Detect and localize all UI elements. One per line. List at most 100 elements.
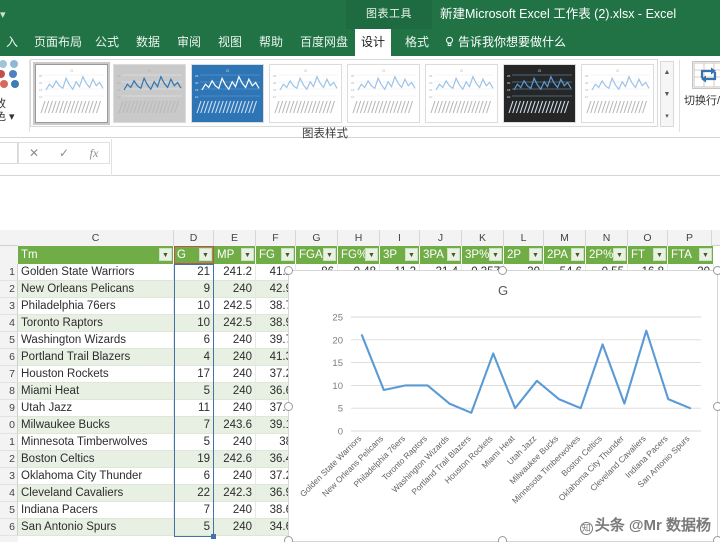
change-colors-group[interactable]: 更改 颜色 ▾ [0,58,28,134]
row-header-16[interactable]: 6 [0,519,18,536]
filter-dropdown-icon[interactable]: ▼ [529,248,542,261]
row-header-8[interactable]: 8 [0,383,18,400]
filter-dropdown-icon[interactable]: ▼ [323,248,336,261]
ribbon-tab-3[interactable]: 数据 [130,29,166,56]
row-header-2[interactable]: 2 [0,281,18,298]
chart-style-thumbnail-4[interactable]: G 25 20 15 10 [269,64,342,123]
table-cell[interactable]: 4 [174,349,214,366]
filter-dropdown-icon[interactable]: ▼ [653,248,666,261]
formula-input[interactable] [112,142,712,164]
row-header-11[interactable]: 1 [0,434,18,451]
table-header-Tm[interactable]: Tm ▼ [18,246,174,264]
table-cell[interactable]: Washington Wizards [18,332,174,349]
row-header-10[interactable]: 0 [0,417,18,434]
column-header-J[interactable]: J [420,230,462,246]
chart-style-thumbnail-5[interactable]: G 25 20 15 10 [347,64,420,123]
name-box[interactable] [0,142,18,164]
table-cell[interactable]: 22 [174,485,214,502]
column-header-I[interactable]: I [380,230,420,246]
table-cell[interactable]: 240 [214,349,256,366]
filter-dropdown-icon[interactable]: ▼ [447,248,460,261]
row-header-7[interactable]: 7 [0,366,18,383]
filter-dropdown-icon[interactable]: ▼ [199,248,212,261]
table-cell[interactable]: Utah Jazz [18,400,174,417]
row-header-4[interactable]: 4 [0,315,18,332]
chart-style-thumbnail-7[interactable]: G 25 20 15 10 [503,64,576,123]
chart-handle-bottom-center[interactable] [498,536,507,542]
ribbon-tab-4[interactable]: 审阅 [171,29,207,56]
table-cell[interactable]: 241.2 [214,264,256,281]
column-header-G[interactable]: G [296,230,338,246]
table-header-FGA[interactable]: FGA ▼ [296,246,338,264]
table-cell[interactable]: 5 [174,434,214,451]
table-cell[interactable]: 242.6 [214,451,256,468]
table-cell[interactable]: 242.5 [214,298,256,315]
filter-dropdown-icon[interactable]: ▼ [613,248,626,261]
table-header-3P[interactable]: 3P ▼ [380,246,420,264]
tell-me-box[interactable]: 告诉我你想要做什么 [444,29,566,56]
chart-handle-top-right[interactable] [713,266,720,275]
column-header-F[interactable]: F [256,230,296,246]
gallery-scroll-down-button[interactable]: ▼ [661,84,673,105]
ribbon-tab-0[interactable]: 入 [0,29,24,56]
table-header-3PA[interactable]: 3PA ▼ [420,246,462,264]
row-header-9[interactable]: 9 [0,400,18,417]
ribbon-tab-1[interactable]: 页面布局 [28,29,88,56]
table-cell[interactable]: 240 [214,332,256,349]
table-cell[interactable]: Golden State Warriors [18,264,174,281]
table-cell[interactable]: 6 [174,468,214,485]
ribbon-tab-2[interactable]: 公式 [89,29,125,56]
table-cell[interactable]: 5 [174,519,214,536]
table-cell[interactable]: 240 [214,366,256,383]
table-cell[interactable]: 242.5 [214,315,256,332]
table-header-FG%[interactable]: FG% ▼ [338,246,380,264]
table-cell[interactable]: Toronto Raptors [18,315,174,332]
table-cell[interactable]: 5 [174,383,214,400]
chart-style-thumbnail-8[interactable]: G 25 20 15 10 [581,64,654,123]
chart-handle-mid-left[interactable] [284,402,293,411]
chart-handle-top-left[interactable] [284,266,293,275]
ribbon-tab-6[interactable]: 帮助 [253,29,289,56]
column-header-O[interactable]: O [628,230,668,246]
table-cell[interactable]: 242.3 [214,485,256,502]
table-cell[interactable]: New Orleans Pelicans [18,281,174,298]
chart-handle-top-center[interactable] [498,266,507,275]
table-cell[interactable]: 240 [214,468,256,485]
table-cell[interactable]: 10 [174,298,214,315]
chart-style-thumbnail-1[interactable]: G 25 20 15 10 [33,62,110,125]
table-header-3P%[interactable]: 3P% ▼ [462,246,504,264]
filter-dropdown-icon[interactable]: ▼ [699,248,712,261]
filter-dropdown-icon[interactable]: ▼ [365,248,378,261]
table-header-FTA[interactable]: FTA ▼ [668,246,714,264]
table-cell[interactable]: 240 [214,400,256,417]
table-cell[interactable]: Boston Celtics [18,451,174,468]
table-header-2P[interactable]: 2P ▼ [504,246,544,264]
table-cell[interactable]: Philadelphia 76ers [18,298,174,315]
table-cell[interactable]: Milwaukee Bucks [18,417,174,434]
row-header-3[interactable]: 3 [0,298,18,315]
column-header-C[interactable]: C [18,230,174,246]
table-cell[interactable]: Oklahoma City Thunder [18,468,174,485]
column-header-M[interactable]: M [544,230,586,246]
table-header-2PA[interactable]: 2PA ▼ [544,246,586,264]
table-cell[interactable]: 10 [174,315,214,332]
table-header-G[interactable]: G ▼ [174,246,214,264]
switch-row-column-group[interactable]: 切换行/列 [684,59,720,133]
row-header-13[interactable]: 3 [0,468,18,485]
ribbon-tab-5[interactable]: 视图 [212,29,248,56]
filter-dropdown-icon[interactable]: ▼ [571,248,584,261]
table-cell[interactable]: 7 [174,417,214,434]
column-header-D[interactable]: D [174,230,214,246]
filter-dropdown-icon[interactable]: ▼ [241,248,254,261]
table-header-2P%[interactable]: 2P% ▼ [586,246,628,264]
table-cell[interactable]: San Antonio Spurs [18,519,174,536]
selection-fill-handle[interactable] [211,534,216,539]
ribbon-tab-9[interactable]: 格式 [399,29,435,56]
chart-handle-bottom-left[interactable] [284,536,293,542]
filter-dropdown-icon[interactable]: ▼ [489,248,502,261]
table-cell[interactable]: 19 [174,451,214,468]
chart-style-thumbnail-6[interactable]: G 25 20 15 10 [425,64,498,123]
table-cell[interactable]: 240 [214,281,256,298]
row-header-15[interactable]: 5 [0,502,18,519]
table-cell[interactable]: 240 [214,434,256,451]
